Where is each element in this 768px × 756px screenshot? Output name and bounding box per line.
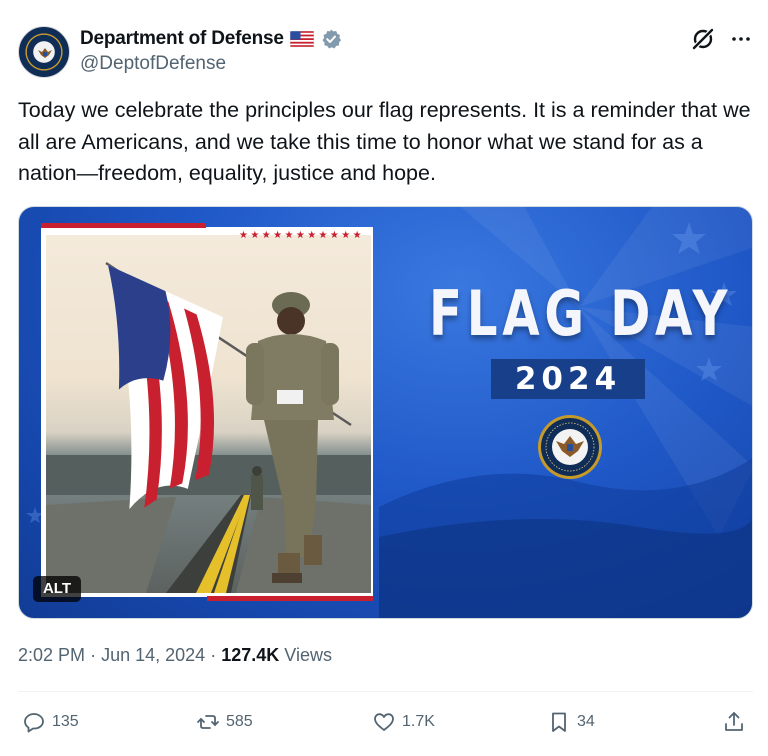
photo-frame: ★★★★★★★★★★★ [41, 223, 373, 601]
divider [18, 691, 753, 692]
dod-seal-icon [538, 415, 602, 479]
more-options-icon[interactable] [730, 28, 752, 50]
red-accent-bar [41, 223, 206, 228]
reply-icon [24, 713, 44, 733]
tweet-card: Department of Defense @DeptofDefense Tod… [0, 0, 768, 756]
share-button[interactable] [722, 708, 746, 736]
like-count: 1.7K [402, 713, 435, 730]
tweet-date[interactable]: Jun 14, 2024 [101, 645, 205, 665]
views-label: Views [284, 645, 332, 665]
repost-button[interactable]: 585 [196, 708, 253, 736]
bookmark-count: 34 [577, 713, 595, 730]
us-flag-icon [289, 31, 314, 47]
avatar[interactable] [18, 26, 70, 78]
soldier-with-flag-illustration [46, 261, 371, 593]
decorative-stars-row: ★★★★★★★★★★★ [239, 230, 365, 241]
tweet-image[interactable]: ★★★★★★★★★★★ FLAG DAY 2024 ALT [18, 206, 753, 619]
handle[interactable]: @DeptofDefense [80, 53, 226, 75]
flag-day-headline: FLAG DAY [429, 277, 733, 350]
bookmark-icon [552, 712, 566, 732]
share-icon [725, 712, 743, 731]
year-label: 2024 [514, 361, 622, 397]
alt-text-button[interactable]: ALT [33, 576, 81, 602]
repost-count: 585 [226, 713, 253, 730]
meta-separator: · [210, 645, 217, 665]
reply-count: 135 [52, 713, 79, 730]
soldier-photo [46, 235, 371, 593]
eagle-icon [38, 48, 52, 58]
tweet-text: Today we celebrate the principles our fl… [18, 98, 751, 185]
bookmark-button[interactable]: 34 [547, 708, 595, 736]
repost-icon [197, 715, 219, 729]
display-name[interactable]: Department of Defense [80, 28, 284, 50]
tweet-meta: 2:02 PM · Jun 14, 2024 · 127.4K Views [18, 645, 332, 666]
name-row: Department of Defense [80, 27, 342, 51]
reply-button[interactable]: 135 [22, 708, 79, 736]
like-button[interactable]: 1.7K [372, 708, 435, 736]
red-accent-bar [207, 596, 373, 601]
verified-badge-icon[interactable] [320, 28, 342, 50]
tweet-time[interactable]: 2:02 PM [18, 645, 85, 665]
heart-icon [374, 713, 394, 731]
meta-separator: · [90, 645, 97, 665]
views-count[interactable]: 127.4K [221, 645, 279, 665]
grok-icon[interactable] [690, 26, 716, 52]
